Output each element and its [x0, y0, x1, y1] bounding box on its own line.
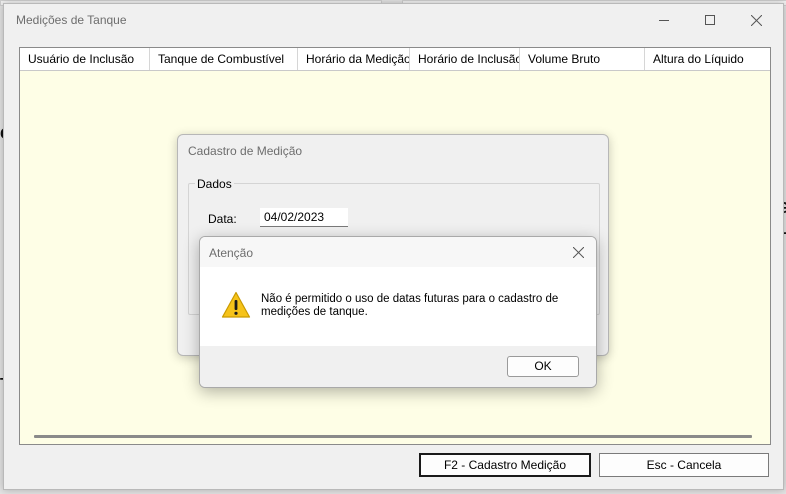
minimize-icon[interactable]: [641, 6, 687, 34]
cancel-button[interactable]: Esc - Cancela: [599, 453, 769, 477]
alert-footer: OK: [200, 346, 596, 387]
date-input[interactable]: 04/02/2023: [260, 208, 348, 227]
register-measurement-button[interactable]: F2 - Cadastro Medição: [419, 453, 591, 477]
column-header-inclusion-time[interactable]: Horário de Inclusão: [410, 48, 520, 70]
column-header-user[interactable]: Usuário de Inclusão: [20, 48, 150, 70]
groupbox-label: Dados: [195, 177, 234, 191]
window-title: Medições de Tanque: [16, 13, 127, 27]
column-header-measure-time[interactable]: Horário da Medição: [298, 48, 410, 70]
maximize-icon[interactable]: [687, 6, 733, 34]
column-header-tank[interactable]: Tanque de Combustível: [150, 48, 298, 70]
alert-dialog: Atenção Não é permitido o uso de datas f…: [199, 236, 597, 388]
horizontal-scrollbar[interactable]: [34, 435, 752, 438]
window-titlebar[interactable]: Medições de Tanque: [4, 4, 783, 36]
warning-icon: [221, 291, 251, 322]
ok-button[interactable]: OK: [507, 356, 579, 377]
alert-titlebar[interactable]: Atenção: [200, 237, 596, 267]
column-header-liquid-height[interactable]: Altura do Líquido: [645, 48, 770, 70]
close-icon[interactable]: [564, 239, 592, 265]
dialog-title: Cadastro de Medição: [188, 144, 303, 158]
close-icon[interactable]: [733, 6, 779, 34]
column-header-gross-volume[interactable]: Volume Bruto: [520, 48, 645, 70]
alert-message: Não é permitido o uso de datas futuras p…: [261, 293, 559, 318]
alert-title: Atenção: [209, 246, 254, 260]
alert-body: Não é permitido o uso de datas futuras p…: [200, 267, 596, 346]
date-label: Data:: [208, 212, 237, 226]
grid-header: Usuário de Inclusão Tanque de Combustíve…: [20, 48, 770, 71]
